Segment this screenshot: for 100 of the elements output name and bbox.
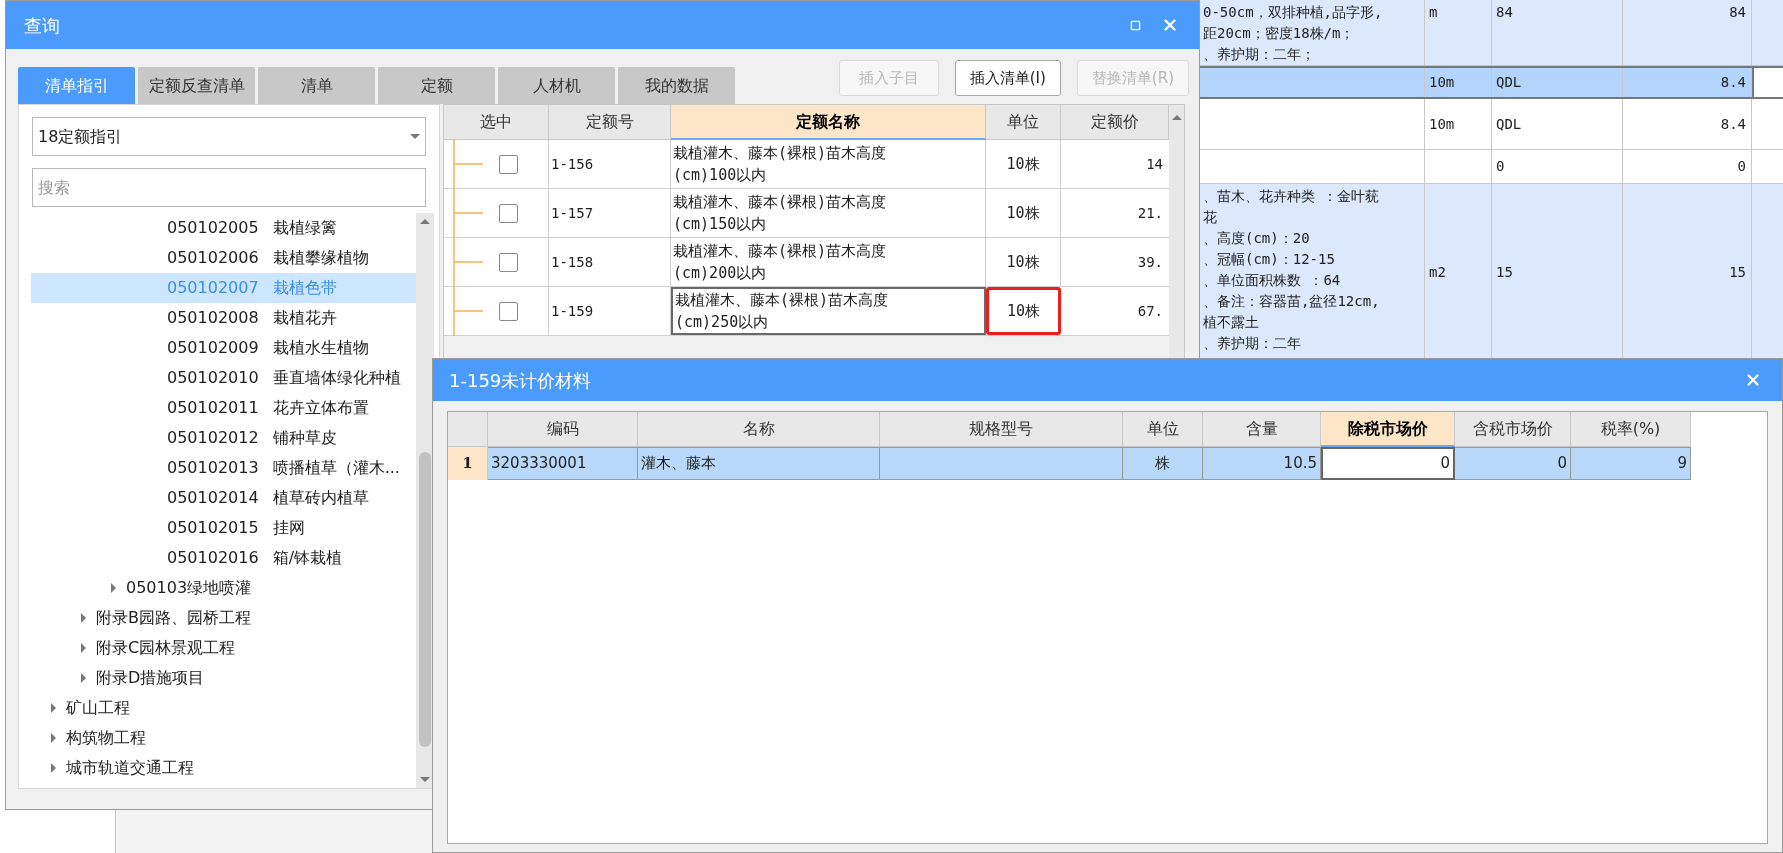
tree-line [453,238,483,287]
table-cell: 10.5 [1203,447,1321,480]
close-icon [1161,16,1179,34]
tree-item-code: 050102008 [167,307,259,329]
maximize-button[interactable] [1130,19,1141,31]
column-header[interactable]: 单位 [986,105,1061,140]
close-button[interactable] [1161,16,1179,34]
tree-item[interactable]: 城市轨道交通工程 [31,753,416,783]
tree-item[interactable]: 050102009 栽植水生植物 [31,333,416,363]
column-header[interactable]: 税率(%) [1571,412,1691,447]
tree-item[interactable]: 050102013 喷播植草（灌木... [31,453,416,483]
column-header[interactable]: 选中 [444,105,549,140]
tab[interactable]: 定额反查清单 [138,67,255,104]
tree-item-label: 铺种草皮 [272,427,337,449]
tree-item[interactable]: 050102005 栽植绿篱 [31,213,416,243]
table-cell: 10株 [986,238,1061,286]
table-cell-text: 21. [1136,203,1164,223]
tree-item[interactable]: 附录D措施项目 [31,663,416,693]
table-cell: 0 [1492,150,1623,183]
column-header[interactable]: 除税市场价 [1321,412,1455,447]
tree-item-code: 050102016 [167,547,259,569]
guide-select[interactable]: 18定额指引 [32,117,426,156]
select-value: 18定额指引 [38,125,123,148]
column-header [448,412,488,447]
table-cell: 栽植灌木、藤本(裸根)苗木高度 (cm)250以内 [671,287,986,335]
tree-item-code: 050102011 [167,397,259,419]
tree-item[interactable]: 050102015 挂网 [31,513,416,543]
tree-item-label: 栽植色带 [272,277,337,299]
checkbox[interactable] [499,252,518,272]
tab[interactable]: 我的数据 [618,67,735,104]
table-cell: 栽植灌木、藤本(裸根)苗木高度 (cm)100以内 [671,140,986,188]
tree-item-code: 050102012 [167,427,259,449]
table-cell-text: 67. [1136,301,1164,321]
tree-item-code: 050102010 [167,367,259,389]
column-header[interactable]: 定额号 [549,105,671,140]
tree-item[interactable]: 050102014 植草砖内植草 [31,483,416,513]
tree-item[interactable]: 附录C园林景观工程 [31,633,416,663]
toolbar-button[interactable]: 插入清单(I) [954,60,1061,96]
tree-item-label: 附录C园林景观工程 [96,637,236,659]
caret-icon [410,134,420,139]
scrollbar[interactable] [416,213,434,788]
column-header[interactable]: 定额价 [1061,105,1169,140]
tree-item-label: 城市轨道交通工程 [66,757,194,779]
column-header[interactable]: 规格型号 [880,412,1123,447]
tree-line [453,140,483,189]
table-cell-text: 39. [1136,252,1164,272]
tree-item[interactable]: 050102006 栽植攀缘植物 [31,243,416,273]
column-header[interactable]: 编码 [488,412,638,447]
checkbox[interactable] [499,203,518,223]
tree-item[interactable]: 附录B园路、园桥工程 [31,603,416,633]
tab[interactable]: 清单 [258,67,375,104]
table-cell: 1-157 [549,189,671,237]
tab[interactable]: 定额 [378,67,495,104]
column-header[interactable]: 含量 [1203,412,1321,447]
tree-item-code: 050102006 [167,247,259,269]
table-cell: 10株 [986,140,1061,188]
table-cell: 0 [1321,447,1455,480]
tree-item-code: 050102015 [167,517,259,539]
table-cell [1752,68,1783,97]
column-header[interactable]: 名称 [638,412,880,447]
caret-icon [420,777,430,782]
window-title: 1-159未计价材料 [449,368,592,393]
table-cell: 株 [1123,447,1203,480]
tree-item[interactable]: 050102008 栽植花卉 [31,303,416,333]
tree-item[interactable]: 050102011 花卉立体布置 [31,393,416,423]
caret-icon [111,583,116,593]
table-cell: 栽植灌木、藤本(裸根)苗木高度 (cm)150以内 [671,189,986,237]
column-header[interactable]: 定额名称 [671,105,986,140]
tree-item[interactable]: 050102016 箱/钵栽植 [31,543,416,573]
tab[interactable]: 人材机 [498,67,615,104]
table-cell: QDL [1492,68,1623,97]
tree-item-label: 喷播植草（灌木... [272,457,400,479]
caret-icon [81,673,86,683]
column-header[interactable]: 含税市场价 [1455,412,1571,447]
tree-item-label: 栽植花卉 [272,307,337,329]
caret-icon [1171,115,1182,120]
tree-item[interactable]: 050102010 垂直墙体绿化种植 [31,363,416,393]
close-icon [1744,371,1762,389]
tree-item[interactable]: 050102012 铺种草皮 [31,423,416,453]
column-header[interactable]: 单位 [1123,412,1203,447]
scrollbar[interactable] [1169,105,1184,358]
table-cell: 84 [1623,0,1752,65]
tree-item-label: 箱/钵栽植 [272,547,342,569]
tree-line [453,189,483,238]
close-button[interactable] [1744,371,1762,389]
tree-item-label: 栽植水生植物 [272,337,369,359]
tree-item-code: 050102009 [167,337,259,359]
table-cell: 84 [1492,0,1623,65]
tree-item[interactable]: 矿山工程 [31,693,416,723]
checkbox[interactable] [499,154,518,174]
tree-item-label: 栽植绿篱 [272,217,337,239]
tree-line [453,287,483,336]
tree-item[interactable]: 构筑物工程 [31,723,416,753]
window-title: 查询 [24,13,60,38]
search-field[interactable]: 搜索 [32,168,426,207]
checkbox[interactable] [499,301,518,321]
tree-item-label: 附录B园路、园桥工程 [96,607,251,629]
tree-item-label: 植草砖内植草 [272,487,369,509]
tree-item[interactable]: 050103绿地喷灌 [31,573,416,603]
table-cell: 9 [1571,447,1691,480]
